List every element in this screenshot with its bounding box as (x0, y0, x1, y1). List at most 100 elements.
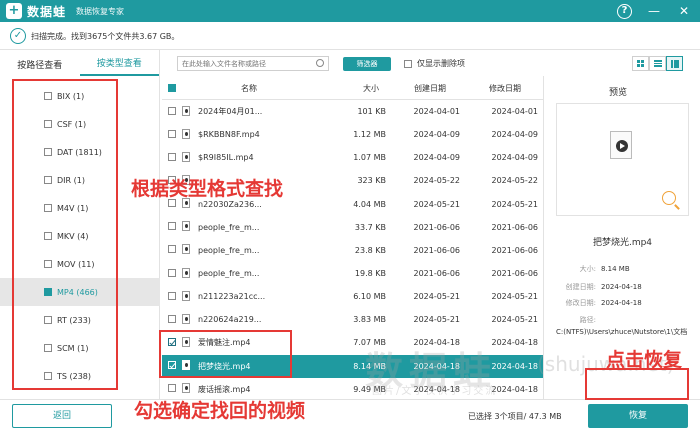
file-name: $RKBBN8F.mp4 (198, 130, 260, 140)
app-subtitle: 数据恢复专家 (76, 6, 125, 16)
header-modified[interactable]: 修改日期 (468, 83, 542, 94)
select-all-checkbox[interactable] (168, 83, 176, 92)
video-file-icon (610, 131, 632, 159)
search-box[interactable] (177, 56, 329, 71)
search-icon[interactable] (316, 59, 324, 67)
preview-box (556, 103, 689, 216)
row-checkbox-cell (162, 268, 182, 279)
table-row[interactable]: $RKBBN8F.mp4 1.12 MB 2024-04-09 2024-04-09 (162, 123, 543, 146)
preview-path-label: 路径: (579, 316, 596, 324)
preview-size: 大小: 8.14 MB (579, 265, 630, 273)
row-checkbox[interactable] (168, 129, 176, 138)
header-size[interactable]: 大小 (300, 83, 392, 94)
video-file-icon (182, 383, 190, 394)
file-modified: 2021-06-06 (491, 269, 539, 279)
preview-file-name: 把梦烧光.mp4 (592, 238, 653, 248)
video-file-icon (182, 313, 190, 324)
file-name: 废话摇滚.mp4 (198, 384, 251, 394)
table-row[interactable]: people_fre_m... 23.8 KB 2021-06-06 2021-06-… (162, 239, 543, 262)
scan-status-text: 扫描完成。找到3675个文件共3.67 GB。 (31, 31, 180, 41)
app-name: 数据蛙 (27, 4, 67, 19)
window-controls: ? — ✕ (617, 3, 692, 19)
file-size: 23.8 KB (354, 245, 386, 255)
list-view-icon[interactable] (649, 56, 666, 71)
row-checkbox[interactable] (168, 314, 176, 323)
grid-view-icon[interactable] (632, 56, 649, 71)
table-row[interactable]: $R9I85IL.mp4 1.07 MB 2024-04-09 2024-04-09 (162, 146, 543, 169)
close-icon[interactable]: ✕ (676, 3, 692, 19)
bottom-bar: 返回 已选择 3个项目/ 47.3 MB 恢复 (0, 399, 700, 436)
annotation-click-recover: 点击恢复 (606, 349, 683, 371)
video-file-icon (182, 244, 190, 255)
file-created: 2021-06-06 (413, 222, 461, 232)
file-created: 2021-06-06 (413, 269, 461, 279)
table-row[interactable]: 2024年04月01... 101 KB 2024-04-01 2024-04-01 (162, 100, 543, 123)
row-icon-cell (182, 313, 196, 326)
row-checkbox[interactable] (168, 384, 176, 393)
view-tabs: 按路径查看 按类型查看 (0, 50, 159, 76)
tab-by-type[interactable]: 按类型查看 (79, 56, 159, 76)
row-icon-cell (182, 383, 196, 395)
preview-title: 预览 (609, 88, 628, 98)
video-file-icon (182, 105, 190, 116)
row-icon-cell (182, 151, 196, 164)
row-checkbox[interactable] (168, 268, 176, 277)
file-modified: 2024-05-22 (491, 176, 539, 186)
video-file-icon (182, 267, 190, 278)
preview-created: 创建日期: 2024-04-18 (565, 283, 642, 291)
filter-button[interactable]: 筛选器 (343, 57, 391, 71)
table-row[interactable]: n211223a21cc... 6.10 MB 2024-05-21 2024-05-… (162, 285, 543, 308)
table-row[interactable]: people_fre_m... 33.7 KB 2021-06-06 2021-06-… (162, 216, 543, 239)
row-checkbox-cell (162, 129, 182, 140)
annotation-box-type-list (12, 79, 118, 390)
tab-by-path[interactable]: 按路径查看 (0, 58, 80, 76)
recover-button[interactable]: 恢复 (588, 404, 688, 428)
row-checkbox[interactable] (168, 152, 176, 161)
minimize-icon[interactable]: — (646, 3, 662, 19)
row-checkbox-cell (162, 106, 182, 117)
file-name: n220624a219... (198, 315, 262, 325)
file-modified: 2021-06-06 (491, 245, 539, 255)
play-icon (616, 140, 628, 152)
row-icon-cell (182, 267, 196, 280)
only-deleted-checkbox[interactable] (404, 59, 412, 68)
detail-view-icon[interactable] (666, 56, 683, 71)
back-button[interactable]: 返回 (12, 404, 112, 428)
annotation-box-recover (585, 368, 689, 400)
row-icon-cell (182, 244, 196, 256)
only-deleted-toggle[interactable]: 仅显示删除项 (404, 58, 465, 69)
preview-modified: 修改日期: 2024-04-18 (565, 299, 642, 307)
file-name: people_fre_m... (198, 222, 260, 232)
video-file-icon (182, 221, 190, 232)
search-input[interactable] (182, 59, 312, 68)
file-name: n211223a21cc... (198, 292, 266, 302)
table-row[interactable]: people_fre_m... 19.8 KB 2021-06-06 2021-06-… (162, 262, 543, 285)
row-icon-cell (182, 128, 196, 141)
table-row[interactable]: n220624a219... 3.83 MB 2024-05-21 2024-05-2… (162, 308, 543, 331)
zoom-icon[interactable] (662, 191, 676, 205)
file-name: people_fre_m... (198, 245, 260, 255)
video-file-icon (182, 151, 190, 162)
help-icon[interactable]: ? (617, 3, 632, 19)
title-bar: + 数据蛙 数据恢复专家 ? — ✕ (0, 0, 700, 22)
preview-path: C:(NTFS)\Users\zhuce\Nutstore\1\文档 (556, 328, 688, 336)
file-size: 1.07 MB (353, 153, 386, 163)
row-icon-cell (182, 221, 196, 233)
file-created: 2024-05-21 (413, 199, 461, 209)
row-checkbox-cell (162, 152, 182, 163)
header-name[interactable]: 名称 (196, 83, 300, 94)
row-checkbox[interactable] (168, 291, 176, 300)
file-size: 101 KB (357, 107, 386, 117)
row-checkbox[interactable] (168, 245, 176, 254)
file-modified: 2024-04-09 (491, 153, 539, 163)
video-file-icon (182, 290, 190, 301)
row-checkbox[interactable] (168, 106, 176, 115)
scan-status: ✓ 扫描完成。找到3675个文件共3.67 GB。 (10, 27, 179, 45)
row-checkbox-cell (162, 291, 182, 302)
file-created: 2024-05-21 (413, 315, 461, 325)
header-created[interactable]: 创建日期 (392, 83, 468, 94)
table-header: 名称 大小 创建日期 修改日期 (162, 78, 543, 100)
file-created: 2024-04-09 (413, 130, 461, 140)
row-checkbox[interactable] (168, 222, 176, 231)
file-size: 6.10 MB (353, 292, 386, 302)
